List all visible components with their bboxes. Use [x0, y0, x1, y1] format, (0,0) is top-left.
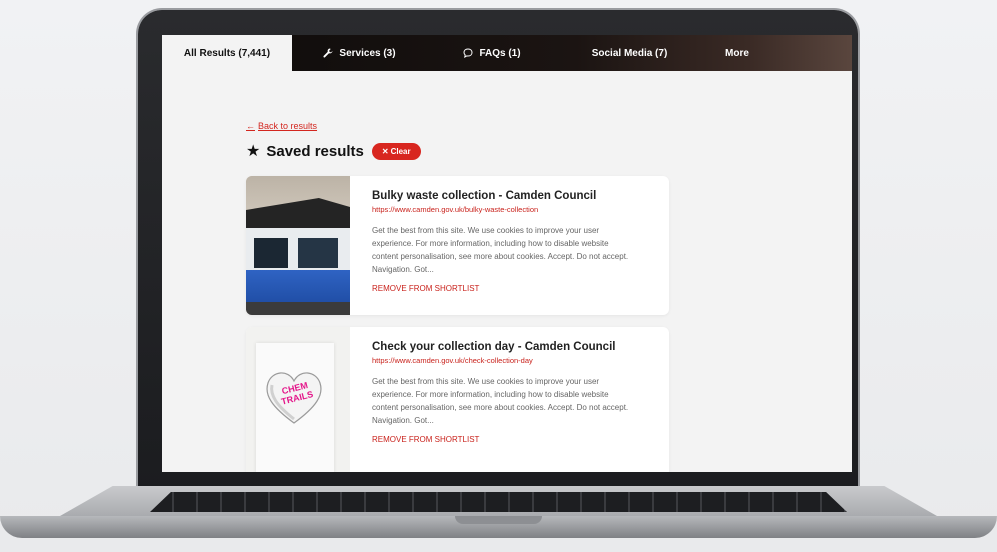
back-link-label: Back to results [258, 121, 318, 131]
close-icon: ✕ [381, 147, 389, 156]
result-title[interactable]: Check your collection day - Camden Counc… [372, 341, 637, 353]
page-title: Saved results [266, 143, 364, 160]
tab-all-results[interactable]: All Results (7,441) [162, 35, 292, 71]
clear-button-label: Clear [390, 147, 411, 156]
candy-heart-photo: CHEM TRAILS [246, 327, 350, 472]
laptop-screen: All Results (7,441) Services (3) FAQs (1… [162, 35, 852, 472]
result-description: Get the best from this site. We use cook… [372, 377, 629, 425]
results-tab-bar: All Results (7,441) Services (3) FAQs (1… [162, 35, 852, 71]
remove-from-shortlist-button[interactable]: REMOVE FROM SHORTLIST [372, 284, 637, 293]
arrow-left-icon: ← [246, 121, 255, 131]
result-title[interactable]: Bulky waste collection - Camden Council [372, 190, 637, 202]
tab-label: Services (3) [339, 47, 396, 59]
tab-faqs[interactable]: FAQs (1) [427, 35, 557, 71]
clear-button[interactable]: ✕ Clear [371, 143, 421, 160]
chat-bubble-icon [463, 48, 473, 58]
result-card[interactable]: Bulky waste collection - Camden Council … [246, 176, 669, 315]
result-card[interactable]: CHEM TRAILS Check your collection day - … [246, 327, 669, 472]
tab-label: Social Media (7) [591, 47, 668, 59]
tab-more[interactable]: More [702, 35, 772, 71]
tab-services[interactable]: Services (3) [292, 35, 427, 71]
back-link[interactable]: ← Back to results [246, 121, 706, 131]
remove-from-shortlist-button[interactable]: REMOVE FROM SHORTLIST [372, 435, 637, 444]
result-url[interactable]: https://www.camden.gov.uk/bulky-waste-co… [372, 205, 637, 214]
tab-label: More [725, 47, 749, 59]
result-description: Get the best from this site. We use cook… [372, 226, 629, 274]
star-icon: ★ [246, 142, 261, 160]
laptop-base [0, 486, 997, 552]
tab-label: All Results (7,441) [183, 47, 271, 59]
car-photo [246, 176, 350, 315]
result-url[interactable]: https://www.camden.gov.uk/check-collecti… [372, 356, 637, 365]
wrench-icon [323, 48, 333, 58]
keyboard [150, 492, 847, 512]
tab-label: FAQs (1) [479, 47, 521, 59]
saved-results-section: ← Back to results ★ Saved results ✕ Clea… [246, 121, 706, 160]
saved-results-heading: ★ Saved results ✕ Clear [246, 143, 706, 160]
tab-social-media[interactable]: Social Media (7) [557, 35, 702, 71]
